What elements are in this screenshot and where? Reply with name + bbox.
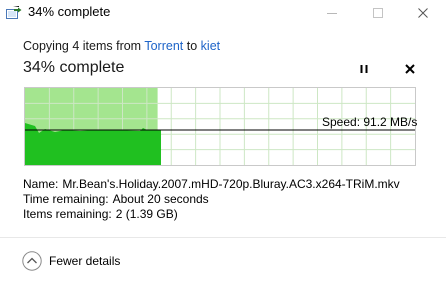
copy-arrow-icon [6,6,22,20]
time-remaining-value: About 20 seconds [112,192,209,206]
progress-title: 34% complete [23,59,125,76]
items-remaining-label: Items remaining: [23,207,112,221]
divider [0,237,446,238]
name-value: Mr.Bean's.Holiday.2007.mHD-720p.Bluray.A… [62,177,400,191]
items-remaining-row: Items remaining: 2 (1.39 GB) [23,207,178,221]
to-word: to [186,39,198,53]
fewer-details-label: Fewer details [49,254,121,268]
name-label: Name: [23,177,59,191]
maximize-button[interactable] [355,0,401,26]
close-icon [405,64,415,74]
file-name-row: Name: Mr.Bean's.Holiday.2007.mHD-720p.Blu… [23,177,400,191]
copy-prefix: Copying 4 items from [23,39,142,53]
close-icon [418,8,428,18]
minimize-button[interactable] [309,0,355,26]
minimize-icon [327,13,337,14]
pause-icon [360,65,368,73]
cancel-button[interactable] [403,62,417,76]
window-title: 34% complete [28,4,111,19]
close-window-button[interactable] [400,0,446,26]
time-remaining-row: Time remaining: About 20 seconds [23,192,209,206]
chevron-up-icon [22,251,42,271]
destination-folder-link[interactable]: kiet [201,39,220,53]
speed-label: Speed: 91.2 MB/s [322,115,418,129]
title-bar: 34% complete [0,0,446,26]
source-folder-link[interactable]: Torrent [144,39,183,53]
maximize-icon [373,8,383,18]
fewer-details-toggle[interactable]: Fewer details [22,251,120,271]
copy-description: Copying 4 items from Torrent to kiet [23,39,220,53]
items-remaining-value: 2 (1.39 GB) [115,207,178,221]
pause-button[interactable] [357,62,371,76]
time-remaining-label: Time remaining: [23,192,109,206]
